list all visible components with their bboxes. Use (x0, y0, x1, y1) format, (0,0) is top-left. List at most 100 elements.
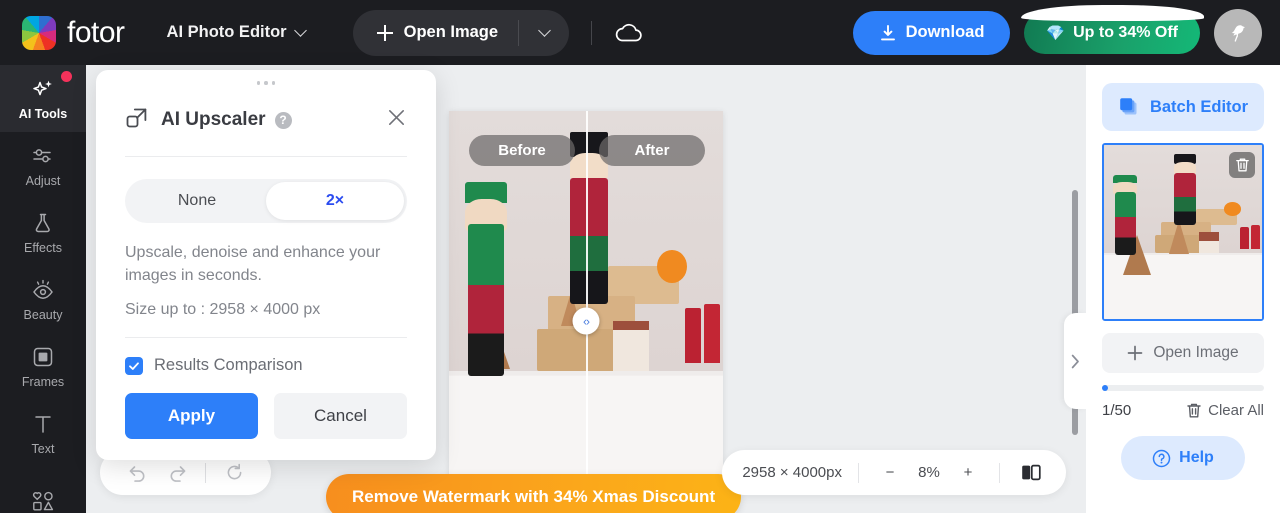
decor-candle (684, 308, 702, 363)
promo-discount-button[interactable]: 💎 Up to 34% Off (1021, 4, 1204, 54)
frame-icon (30, 344, 56, 370)
shapes-icon (29, 488, 57, 513)
chevron-down-icon (293, 23, 307, 37)
compare-view-icon (1022, 464, 1041, 481)
eye-icon (30, 277, 56, 303)
cloud-button[interactable] (614, 22, 644, 44)
chevron-down-icon (537, 23, 551, 37)
delete-thumbnail-button[interactable] (1229, 152, 1255, 178)
divider (205, 462, 206, 483)
undo-icon (129, 466, 144, 482)
image-thumbnail[interactable] (1102, 143, 1264, 321)
reset-button[interactable] (217, 456, 251, 490)
close-panel-button[interactable] (386, 107, 407, 133)
sliders-icon (30, 143, 56, 169)
batch-editor-button[interactable]: Batch Editor (1102, 83, 1264, 131)
panel-title: AI Upscaler (161, 109, 266, 130)
panel-drag-handle[interactable] (125, 70, 407, 96)
panel-size-note: Size up to : 2958 × 4000 px (125, 301, 321, 319)
check-icon (129, 362, 139, 370)
decor-orange (657, 249, 688, 284)
collapse-right-panel-button[interactable] (1064, 313, 1086, 409)
image-count: 1/50 (1102, 402, 1132, 419)
question-circle-icon (1152, 449, 1171, 467)
sidebar-item-effects[interactable]: Effects (0, 199, 86, 266)
sparkles-icon (30, 76, 56, 102)
reset-icon (227, 463, 241, 480)
header-actions: Download 💎 Up to 34% Off (852, 0, 1262, 65)
redo-icon (170, 466, 185, 482)
decor-church (1198, 232, 1220, 253)
help-tooltip-icon[interactable]: ? (274, 111, 292, 129)
results-comparison-row[interactable]: Results Comparison (125, 356, 407, 375)
batch-progress-fill (1102, 385, 1108, 391)
sidebar-item-label: Beauty (23, 308, 63, 322)
decor-church (613, 321, 649, 372)
watermark-promo-banner[interactable]: Remove Watermark with 34% Xmas Discount (326, 474, 742, 513)
sidebar-item-label: Frames (21, 375, 65, 389)
open-image-label: Open Image (403, 23, 499, 41)
comparison-slider-handle[interactable]: ‹› (572, 307, 600, 335)
sidebar-item-text[interactable]: Text (0, 400, 86, 467)
open-image-small-label: Open Image (1153, 344, 1239, 361)
open-image-button[interactable]: Open Image (353, 10, 518, 56)
ai-upscaler-panel: AI Upscaler ? None 2× Upscale, denoise a… (96, 70, 436, 460)
sidebar-item-elements[interactable] (0, 467, 86, 513)
open-image-small-button[interactable]: Open Image (1102, 333, 1264, 373)
plus-icon (376, 24, 393, 41)
upscale-option-2x[interactable]: 2× (266, 182, 404, 220)
brand-logo[interactable]: fotor (22, 15, 125, 50)
fotor-logo-icon (22, 15, 56, 50)
help-label: Help (1179, 449, 1214, 466)
upscale-option-none[interactable]: None (128, 182, 266, 220)
batch-progress-bar[interactable] (1102, 385, 1264, 391)
sidebar-item-label: Text (31, 442, 55, 456)
text-icon (30, 411, 56, 437)
avatar[interactable] (1214, 8, 1262, 57)
apply-button[interactable]: Apply (125, 393, 258, 440)
decor-nutcracker (468, 224, 504, 376)
clear-all-button[interactable]: Clear All (1186, 402, 1264, 419)
zoom-in-button[interactable]: + (953, 458, 983, 488)
sidebar-item-frames[interactable]: Frames (0, 333, 86, 400)
sidebar-item-label: AI Tools (18, 107, 68, 121)
app-switcher[interactable]: AI Photo Editor (167, 23, 307, 42)
panel-actions: Apply Cancel (125, 393, 407, 440)
sidebar-item-adjust[interactable]: Adjust (0, 132, 86, 199)
dot (256, 81, 261, 85)
flask-icon (30, 210, 56, 236)
download-button[interactable]: Download (852, 10, 1011, 55)
cloud-icon (615, 23, 642, 41)
app-header: fotor AI Photo Editor Open Image Downloa… (0, 0, 1280, 65)
image-preview[interactable]: fotor Before After ‹› (449, 111, 723, 513)
bird-avatar-icon (1231, 24, 1245, 42)
decor-candle (1250, 225, 1261, 250)
panel-header: AI Upscaler ? (125, 100, 407, 140)
sidebar-item-ai-tools[interactable]: AI Tools (0, 65, 86, 132)
results-comparison-checkbox[interactable] (125, 356, 143, 375)
sidebar-item-beauty[interactable]: Beauty (0, 266, 86, 333)
help-button[interactable]: Help (1121, 436, 1245, 480)
open-image-dropdown-button[interactable] (519, 10, 569, 56)
decor-candle (1239, 226, 1250, 250)
right-panel: Batch Editor Open Image 1/50 Clear All H… (1086, 65, 1280, 513)
promo-label: Up to 34% Off (1073, 23, 1178, 41)
before-label: Before (469, 135, 575, 166)
after-label: After (599, 135, 705, 166)
trash-icon (1187, 403, 1201, 418)
download-icon (880, 24, 895, 40)
divider (999, 462, 1000, 483)
chevron-right-icon (1071, 354, 1079, 368)
compare-view-button[interactable] (1016, 458, 1046, 488)
decor-nutcracker (569, 178, 608, 305)
redo-button[interactable] (160, 456, 194, 490)
decor-candle (703, 304, 721, 363)
dot (271, 81, 276, 85)
decor-nutcracker (1173, 172, 1196, 226)
open-image-group: Open Image (352, 9, 570, 56)
zoom-out-button[interactable]: − (875, 458, 905, 488)
cancel-button[interactable]: Cancel (274, 393, 407, 440)
left-sidebar: AI Tools Adjust Effects Beauty Frames Te… (0, 65, 86, 513)
undo-button[interactable] (120, 456, 154, 490)
snow-cap-decoration (1021, 4, 1204, 21)
